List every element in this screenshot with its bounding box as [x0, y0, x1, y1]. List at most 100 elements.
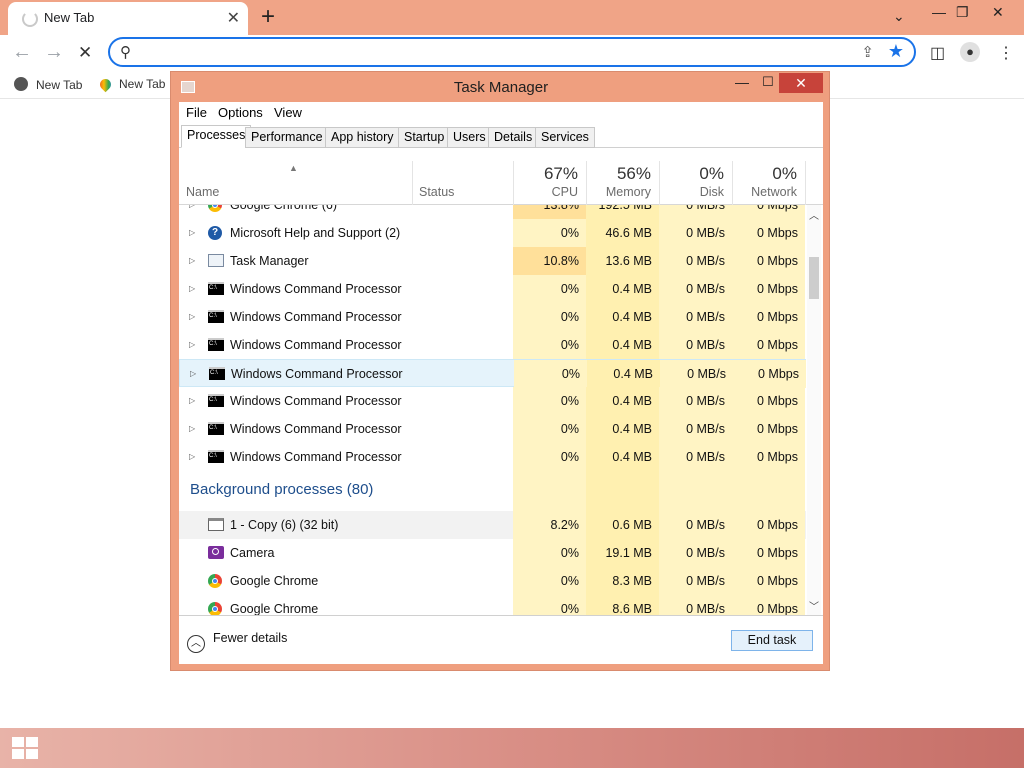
- table-row[interactable]: ▷? Microsoft Help and Support (2) 0% 46.6 M…: [179, 219, 806, 247]
- cmd-icon: C:\: [208, 422, 224, 436]
- process-name: Windows Command Processor: [230, 450, 402, 464]
- cpu-total: 67%: [543, 164, 578, 183]
- disk-cell: 0 MB/s: [659, 595, 732, 615]
- tab-performance[interactable]: Performance: [245, 127, 329, 148]
- table-row[interactable]: ▷ C:\ Windows Command Processor 0% 0.4 MB 0 M…: [179, 359, 806, 388]
- menu-dots-icon[interactable]: ⋮: [998, 43, 1014, 63]
- expand-arrow-icon[interactable]: ▷: [189, 424, 195, 433]
- fewer-details-button[interactable]: ︿ Fewer details: [187, 631, 287, 653]
- expand-arrow-icon[interactable]: ▷: [189, 228, 195, 237]
- memory-cell: 0.4 MB: [586, 331, 659, 359]
- tab-services[interactable]: Services: [535, 127, 595, 148]
- column-name[interactable]: Name: [186, 185, 219, 199]
- memory-cell: 0.6 MB: [586, 511, 659, 539]
- network-cell: 0 Mbps: [732, 511, 805, 539]
- menu-file[interactable]: File: [186, 105, 207, 120]
- column-cpu[interactable]: 67% CPU: [513, 161, 586, 205]
- menu-options[interactable]: Options: [218, 105, 263, 120]
- cpu-cell: 0%: [513, 275, 586, 303]
- cpu-cell: 0%: [514, 360, 587, 388]
- table-row[interactable]: ▷ C:\ Windows Command Processor 0% 0.4 MB 0 M…: [179, 275, 806, 303]
- bookmark-item[interactable]: New Tab: [14, 77, 82, 92]
- back-icon[interactable]: ←: [12, 41, 32, 64]
- task-manager-titlebar[interactable]: Task Manager — ☐ ✕: [171, 72, 831, 102]
- process-name: Microsoft Help and Support (2): [230, 226, 401, 240]
- expand-arrow-icon[interactable]: ▷: [189, 396, 195, 405]
- close-window-icon[interactable]: ✕: [992, 4, 1004, 21]
- table-row[interactable]: ▷ C:\ Windows Command Processor 0% 0.4 MB 0 M…: [179, 415, 806, 443]
- forward-icon[interactable]: →: [44, 41, 64, 64]
- profile-avatar-icon[interactable]: ●: [960, 42, 980, 62]
- cmd-icon: C:\: [209, 367, 225, 381]
- cmd-icon: C:\: [208, 310, 224, 324]
- network-cell: 0 Mbps: [732, 275, 805, 303]
- maximize-button[interactable]: ☐: [755, 74, 781, 94]
- table-row[interactable]: Google Chrome 0% 8.3 MB 0 MB/s 0 Mbps: [179, 567, 806, 595]
- table-row[interactable]: ▷ Task Manager 10.8% 13.6 MB 0 MB/s 0 Mbps: [179, 247, 806, 275]
- stop-icon[interactable]: ✕: [78, 43, 92, 63]
- scroll-up-icon[interactable]: ︿: [809, 207, 819, 222]
- restore-icon[interactable]: ❐: [956, 4, 969, 21]
- cmd-icon: C:\: [208, 394, 224, 408]
- minimize-button[interactable]: —: [729, 74, 755, 94]
- tab-details[interactable]: Details: [488, 127, 539, 148]
- expand-arrow-icon[interactable]: ▷: [189, 205, 195, 209]
- cpu-cell: 0%: [513, 331, 586, 359]
- expand-arrow-icon[interactable]: ▷: [189, 340, 195, 349]
- memory-cell: 0.4 MB: [586, 415, 659, 443]
- vertical-scrollbar[interactable]: ︿ ﹀: [807, 205, 821, 615]
- new-tab-button[interactable]: +: [261, 3, 275, 31]
- column-network[interactable]: 0% Network: [732, 161, 805, 205]
- table-row[interactable]: 1 - Copy (6) (32 bit) 8.2% 0.6 MB 0 MB/s 0 M…: [179, 511, 806, 539]
- bookmark-item[interactable]: New Tab: [97, 76, 165, 93]
- expand-arrow-icon[interactable]: ▷: [189, 312, 195, 321]
- table-row[interactable]: ▷ Google Chrome (6) 13.8%192.5 MB0 MB/s0 M…: [179, 205, 806, 219]
- process-name: Google Chrome (6): [230, 205, 337, 212]
- table-row[interactable]: Google Chrome 0% 8.6 MB 0 MB/s 0 Mbps: [179, 595, 806, 615]
- address-bar[interactable]: ⚲ ⇪ ★: [108, 37, 916, 67]
- cpu-cell: 13.8%: [513, 205, 586, 219]
- chrome-icon: [208, 602, 223, 615]
- scrollbar-thumb[interactable]: [809, 257, 819, 299]
- table-row[interactable]: ▷ C:\ Windows Command Processor 0% 0.4 MB 0 M…: [179, 303, 806, 331]
- cmd-icon: C:\: [208, 338, 224, 352]
- fewer-details-label: Fewer details: [213, 631, 288, 645]
- tab-processes[interactable]: Processes: [181, 125, 252, 148]
- help-icon: ?: [208, 226, 223, 240]
- network-cell: 0 Mbps: [732, 595, 805, 615]
- tab-close-icon[interactable]: ✕: [227, 8, 240, 28]
- browser-tab[interactable]: New Tab ✕: [8, 2, 248, 35]
- memory-cell: 19.1 MB: [586, 539, 659, 567]
- cmd-icon: C:\: [208, 282, 224, 296]
- tab-startup[interactable]: Startup: [398, 127, 451, 148]
- table-row[interactable]: Camera 0% 19.1 MB 0 MB/s 0 Mbps: [179, 539, 806, 567]
- side-panel-icon[interactable]: ◫: [930, 43, 945, 63]
- process-name: Camera: [230, 546, 275, 560]
- table-row[interactable]: ▷ C:\ Windows Command Processor 0% 0.4 MB 0 M…: [179, 443, 806, 471]
- end-task-button[interactable]: End task: [731, 630, 813, 651]
- tab-app-history[interactable]: App history: [325, 127, 400, 148]
- expand-arrow-icon[interactable]: ▷: [190, 369, 196, 378]
- process-name: Google Chrome: [230, 574, 319, 588]
- menu-view[interactable]: View: [274, 105, 302, 120]
- cpu-cell: 0%: [513, 567, 586, 595]
- column-memory[interactable]: 56% Memory: [586, 161, 659, 205]
- expand-arrow-icon[interactable]: ▷: [189, 284, 195, 293]
- minimize-icon[interactable]: —: [932, 4, 946, 20]
- cpu-cell: 0%: [513, 595, 586, 615]
- share-icon[interactable]: ⇪: [861, 43, 874, 61]
- column-status[interactable]: Status: [419, 185, 454, 199]
- expand-arrow-icon[interactable]: ▷: [189, 256, 195, 265]
- scroll-down-icon[interactable]: ﹀: [809, 598, 819, 613]
- network-label: Network: [751, 185, 797, 199]
- process-list: ▷Google Chrome (6)13.8%192.5 MB0 MB/s0 M…: [179, 205, 809, 615]
- tab-search-icon[interactable]: ⌄: [893, 8, 905, 25]
- bookmark-star-icon[interactable]: ★: [888, 41, 904, 62]
- table-row[interactable]: ▷ C:\ Windows Command Processor 0% 0.4 MB 0 M…: [179, 331, 806, 359]
- tab-users[interactable]: Users: [447, 127, 492, 148]
- windows-start-icon[interactable]: [12, 737, 38, 759]
- table-row[interactable]: ▷ C:\ Windows Command Processor 0% 0.4 MB 0 M…: [179, 387, 806, 415]
- column-disk[interactable]: 0% Disk: [659, 161, 732, 205]
- close-button[interactable]: ✕: [779, 73, 823, 93]
- expand-arrow-icon[interactable]: ▷: [189, 452, 195, 461]
